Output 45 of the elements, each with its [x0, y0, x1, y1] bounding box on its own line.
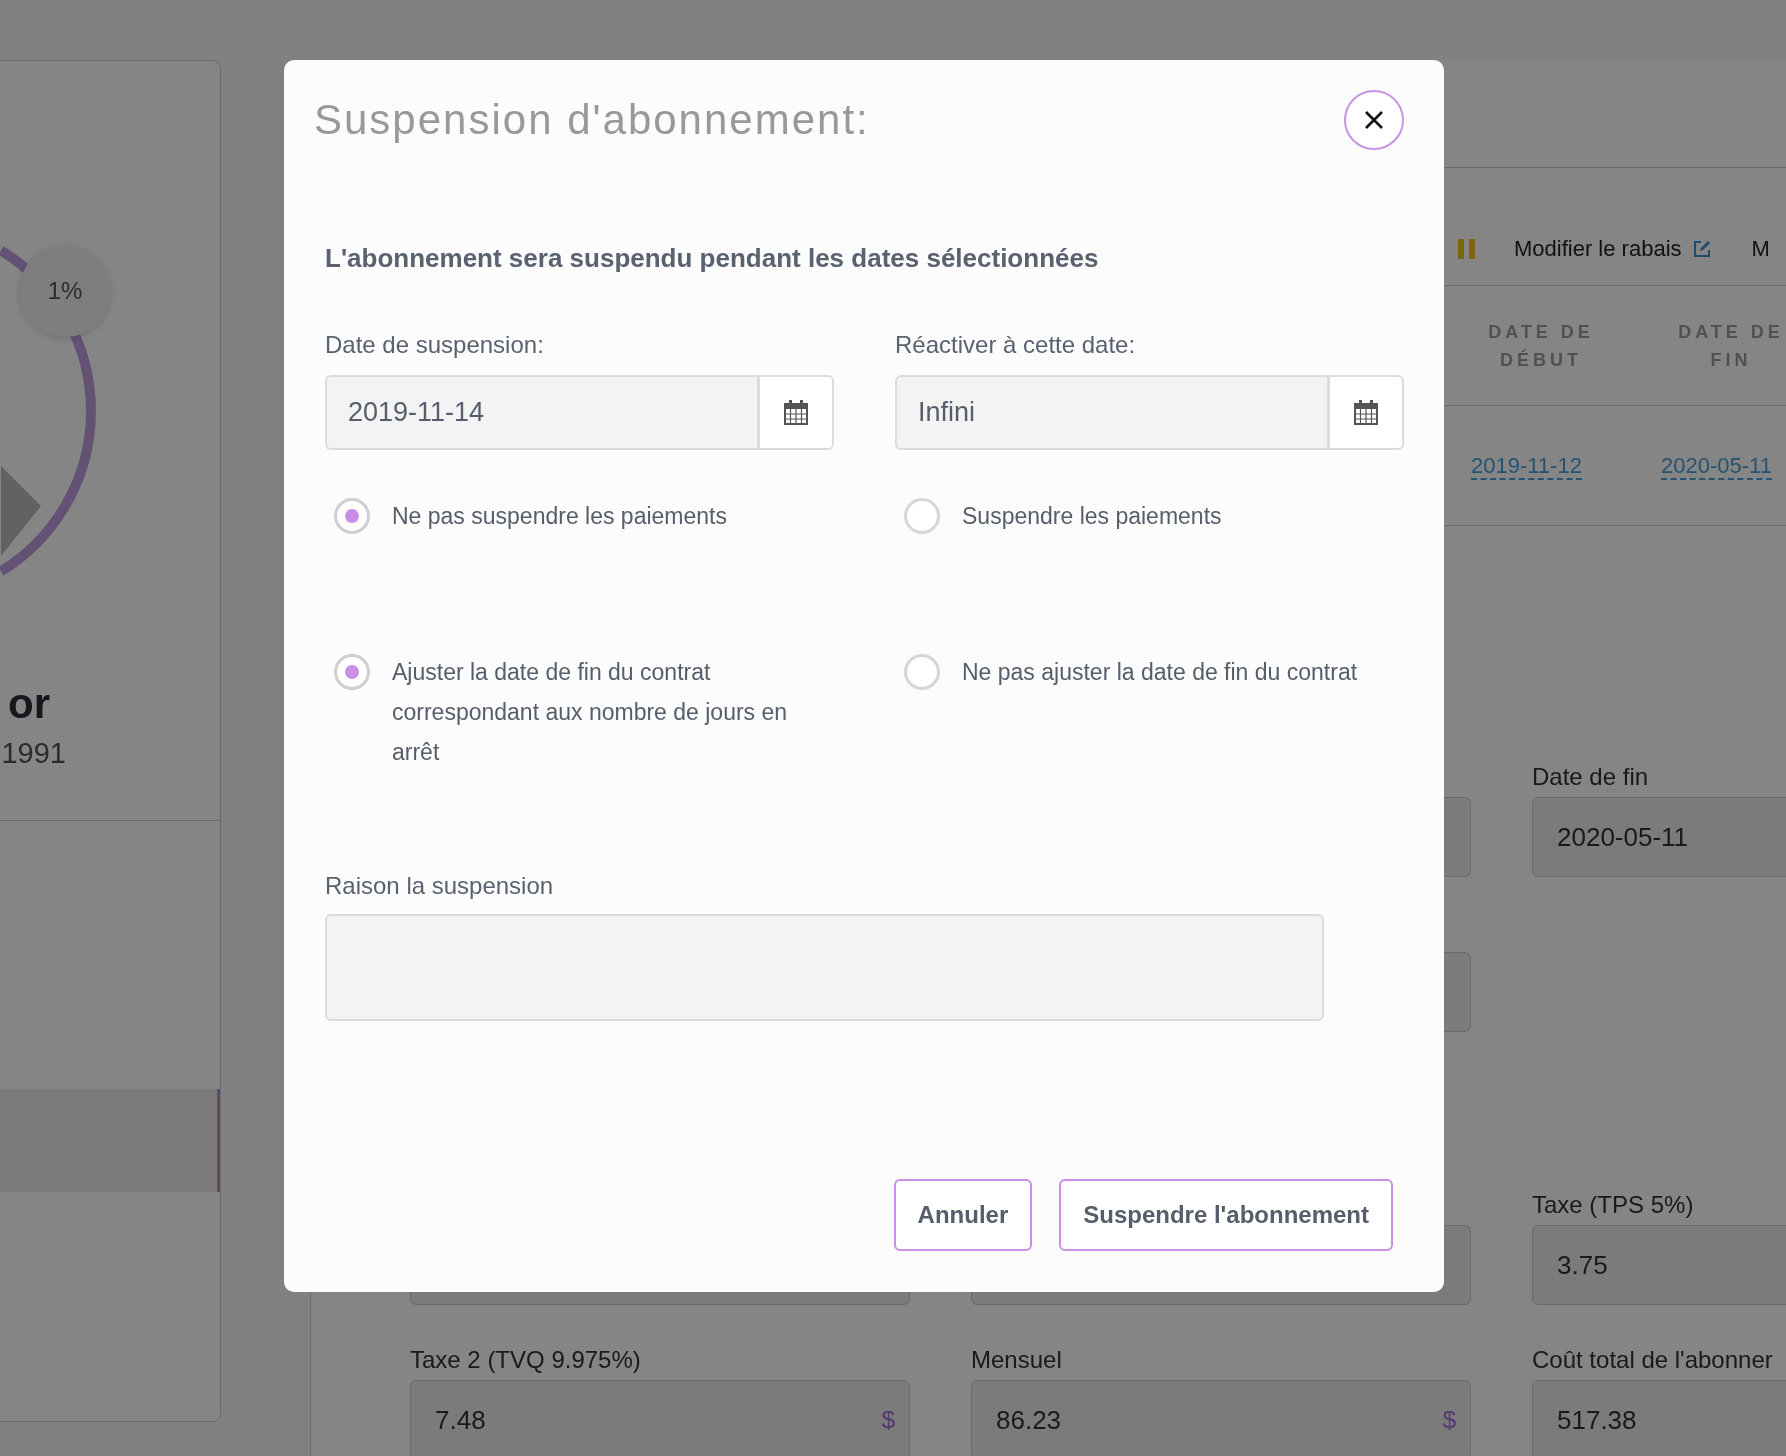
radio-button[interactable] [334, 654, 370, 690]
percent-badge: 1% [19, 245, 111, 337]
field-label: Taxe (TPS 5%) [1532, 1191, 1694, 1219]
date-field[interactable]: 2019-11-14 [325, 375, 757, 450]
field-label: Taxe 2 (TVQ 9.975%) [410, 1346, 641, 1374]
input-field[interactable]: 86.23 $ [971, 1380, 1471, 1456]
radio-label: Suspendre les paiements [962, 502, 1222, 531]
input-field[interactable]: 7.48 $ [410, 1380, 910, 1456]
pause-icon[interactable] [1458, 238, 1476, 259]
date-field[interactable]: Infini [895, 375, 1327, 450]
currency-sign: $ [881, 1406, 895, 1434]
field-label: Réactiver à cette date: [895, 330, 1136, 360]
input-field[interactable]: 517.38 [1532, 1380, 1786, 1456]
radio-button[interactable] [904, 498, 940, 534]
edit-icon [1691, 238, 1712, 259]
radio-button[interactable] [904, 654, 940, 690]
field-label: Mensuel [971, 1346, 1062, 1374]
radio-label: Ne pas suspendre les paiements [392, 502, 727, 531]
dialog-title: Suspension d'abonnement: [314, 96, 870, 144]
field-label: Coût total de l'abonner [1532, 1346, 1773, 1374]
toolbar-action[interactable]: M [1751, 235, 1770, 262]
close-icon [1363, 109, 1385, 131]
calendar-button[interactable] [757, 375, 834, 450]
dialog-button[interactable]: Annuler [893, 1179, 1033, 1251]
reason-field[interactable] [325, 914, 1324, 1021]
calendar-icon [784, 400, 808, 425]
date-link[interactable]: 2019-11-12 [1471, 452, 1582, 480]
field-label: Date de fin [1532, 763, 1649, 791]
radio-label: Ne pas ajuster la date de fin du contrat [962, 658, 1358, 687]
calendar-button[interactable] [1327, 375, 1404, 450]
date-link[interactable]: 2020-05-11 [1661, 452, 1772, 480]
dialog-subtitle: L'abonnement sera suspendu pendant les dates sélectionnées [325, 242, 1099, 275]
profile-year: 1991 [1, 736, 66, 771]
toolbar-action[interactable]: Modifier le rabais [1514, 235, 1712, 262]
dialog-button[interactable]: Suspendre l'abonnement [1059, 1179, 1393, 1251]
radio-button[interactable] [334, 498, 370, 534]
input-field[interactable]: 2020-05-11 [1532, 797, 1786, 877]
input-field[interactable]: 3.75 [1532, 1225, 1786, 1305]
close-button[interactable] [1344, 90, 1404, 150]
profile-name: or [8, 679, 50, 729]
calendar-icon [1354, 400, 1378, 425]
currency-sign: $ [1442, 1406, 1456, 1434]
radio-label: Ajuster la date de fin du contrat correspondant aux nombre de jours en arrêt [392, 658, 789, 767]
field-label: Raison la suspension [325, 871, 554, 901]
field-label: Date de suspension: [325, 330, 544, 360]
